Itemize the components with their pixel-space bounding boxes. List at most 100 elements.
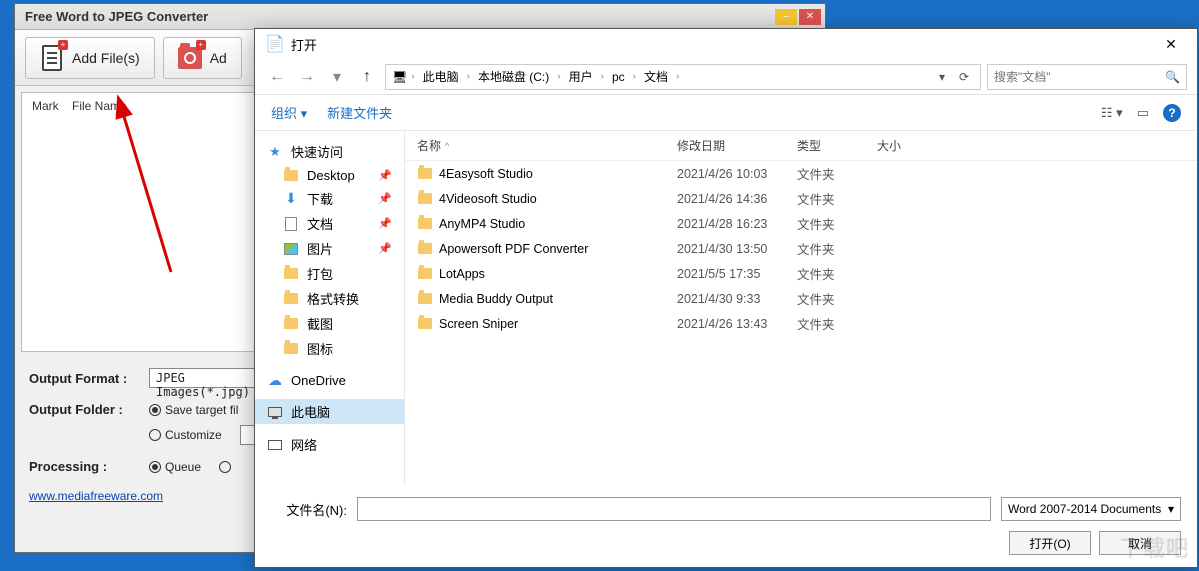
pin-icon: 📌 bbox=[378, 242, 392, 255]
file-row[interactable]: Media Buddy Output2021/4/30 9:33文件夹 bbox=[405, 286, 1197, 311]
folder-icon bbox=[283, 341, 299, 357]
sidebar-pictures[interactable]: 图片📌 bbox=[255, 236, 404, 261]
breadcrumb-item[interactable]: pc bbox=[608, 70, 629, 84]
file-row[interactable]: Screen Sniper2021/4/26 13:43文件夹 bbox=[405, 311, 1197, 336]
file-date: 2021/4/28 16:23 bbox=[677, 217, 797, 231]
column-type[interactable]: 类型 bbox=[797, 137, 877, 154]
sidebar-jietu[interactable]: 截图 bbox=[255, 311, 404, 336]
column-mark[interactable]: Mark bbox=[32, 99, 72, 113]
sidebar-this-pc[interactable]: 此电脑 bbox=[255, 399, 404, 424]
column-size[interactable]: 大小 bbox=[877, 137, 937, 154]
file-list-area: 名称 ^ 修改日期 类型 大小 4Easysoft Studio2021/4/2… bbox=[405, 131, 1197, 485]
file-type: 文件夹 bbox=[797, 164, 877, 183]
filename-input[interactable] bbox=[357, 497, 991, 521]
sidebar-downloads[interactable]: ⬇下载📌 bbox=[255, 186, 404, 211]
help-icon[interactable]: ? bbox=[1163, 104, 1181, 122]
navigation-sidebar: ★快速访问 Desktop📌 ⬇下载📌 文档📌 图片📌 打包 格式转换 截图 图… bbox=[255, 131, 405, 485]
radio-queue[interactable]: Queue bbox=[149, 460, 201, 474]
refresh-button[interactable]: ⟳ bbox=[954, 67, 974, 87]
command-row: 组织 ▾ 新建文件夹 ☷ ▾ ▭ ? bbox=[255, 95, 1197, 131]
download-icon: ⬇ bbox=[283, 191, 299, 207]
breadcrumb-item[interactable]: 用户 bbox=[565, 68, 597, 85]
breadcrumb-item[interactable]: 文档 bbox=[640, 68, 672, 85]
nav-recent-button[interactable]: ▾ bbox=[325, 65, 349, 89]
sidebar-tubiao[interactable]: 图标 bbox=[255, 336, 404, 361]
pc-icon bbox=[267, 404, 283, 420]
breadcrumb-dropdown-button[interactable]: ▾ bbox=[932, 67, 952, 87]
folder-icon bbox=[417, 166, 433, 182]
sidebar-dabao[interactable]: 打包 bbox=[255, 261, 404, 286]
file-date: 2021/4/26 13:43 bbox=[677, 317, 797, 331]
minimize-button[interactable]: – bbox=[775, 9, 797, 25]
cancel-button[interactable]: 取消 bbox=[1099, 531, 1181, 555]
close-button[interactable]: ✕ bbox=[799, 9, 821, 25]
add-files-button[interactable]: + Add File(s) bbox=[25, 37, 155, 79]
breadcrumb-root-icon[interactable]: 🖥 bbox=[392, 70, 407, 84]
radio-other[interactable] bbox=[219, 461, 231, 473]
sidebar-network[interactable]: 网络 bbox=[255, 432, 404, 457]
picture-icon bbox=[283, 241, 299, 257]
breadcrumb-item[interactable]: 此电脑 bbox=[419, 68, 463, 85]
chevron-right-icon: › bbox=[557, 71, 560, 82]
output-folder-label: Output Folder : bbox=[29, 402, 139, 417]
add-files-label: Add File(s) bbox=[72, 50, 140, 66]
breadcrumb-item[interactable]: 本地磁盘 (C:) bbox=[474, 68, 553, 85]
file-row[interactable]: 4Videosoft Studio2021/4/26 14:36文件夹 bbox=[405, 186, 1197, 211]
column-header: 名称 ^ 修改日期 类型 大小 bbox=[405, 131, 1197, 161]
pin-icon: 📌 bbox=[378, 192, 392, 205]
search-input[interactable] bbox=[994, 70, 1159, 84]
chevron-right-icon: › bbox=[676, 71, 679, 82]
chevron-right-icon: › bbox=[467, 71, 470, 82]
open-button[interactable]: 打开(O) bbox=[1009, 531, 1091, 555]
file-date: 2021/4/30 9:33 bbox=[677, 292, 797, 306]
radio-save-target[interactable]: Save target fil bbox=[149, 403, 238, 417]
folder-icon bbox=[417, 266, 433, 282]
sidebar-quick-access[interactable]: ★快速访问 bbox=[255, 139, 404, 164]
folder-icon bbox=[417, 241, 433, 257]
document-plus-icon: + bbox=[40, 44, 64, 72]
file-type-filter[interactable]: Word 2007-2014 Documents▾ bbox=[1001, 497, 1181, 521]
search-box[interactable]: 🔍 bbox=[987, 64, 1187, 90]
folder-icon bbox=[283, 291, 299, 307]
radio-customize[interactable]: Customize bbox=[149, 428, 222, 442]
new-folder-button[interactable]: 新建文件夹 bbox=[327, 103, 392, 122]
cloud-icon: ☁ bbox=[267, 372, 283, 388]
dialog-close-button[interactable]: ✕ bbox=[1155, 32, 1187, 56]
nav-forward-button[interactable]: → bbox=[295, 65, 319, 89]
app-titlebar[interactable]: Free Word to JPEG Converter – ✕ bbox=[15, 4, 825, 30]
sidebar-onedrive[interactable]: ☁OneDrive bbox=[255, 369, 404, 391]
preview-pane-button[interactable]: ▭ bbox=[1137, 105, 1149, 121]
folder-icon bbox=[417, 191, 433, 207]
nav-up-button[interactable]: ↑ bbox=[355, 65, 379, 89]
folder-icon bbox=[283, 167, 299, 183]
file-type: 文件夹 bbox=[797, 289, 877, 308]
file-row[interactable]: AnyMP4 Studio2021/4/28 16:23文件夹 bbox=[405, 211, 1197, 236]
add-folder-button[interactable]: + Ad bbox=[163, 37, 242, 79]
nav-back-button[interactable]: ← bbox=[265, 65, 289, 89]
view-options-button[interactable]: ☷ ▾ bbox=[1101, 105, 1123, 121]
processing-label: Processing : bbox=[29, 459, 139, 474]
dialog-title: 打开 bbox=[285, 35, 1155, 54]
folder-icon bbox=[283, 266, 299, 282]
organize-menu[interactable]: 组织 ▾ bbox=[271, 103, 307, 122]
file-row[interactable]: LotApps2021/5/5 17:35文件夹 bbox=[405, 261, 1197, 286]
breadcrumb[interactable]: 🖥 › 此电脑 › 本地磁盘 (C:) › 用户 › pc › 文档 › ▾ ⟳ bbox=[385, 64, 981, 90]
file-row[interactable]: Apowersoft PDF Converter2021/4/30 13:50文… bbox=[405, 236, 1197, 261]
dialog-titlebar[interactable]: 📄 打开 ✕ bbox=[255, 29, 1197, 59]
folder-icon bbox=[417, 291, 433, 307]
dialog-footer: 文件名(N): Word 2007-2014 Documents▾ 打开(O) … bbox=[255, 485, 1197, 567]
sidebar-desktop[interactable]: Desktop📌 bbox=[255, 164, 404, 186]
file-list[interactable]: 4Easysoft Studio2021/4/26 10:03文件夹4Video… bbox=[405, 161, 1197, 485]
file-date: 2021/4/30 13:50 bbox=[677, 242, 797, 256]
app-title: Free Word to JPEG Converter bbox=[19, 9, 775, 24]
file-row[interactable]: 4Easysoft Studio2021/4/26 10:03文件夹 bbox=[405, 161, 1197, 186]
website-link[interactable]: www.mediafreeware.com bbox=[29, 489, 163, 503]
sidebar-geshi[interactable]: 格式转换 bbox=[255, 286, 404, 311]
file-open-dialog: 📄 打开 ✕ ← → ▾ ↑ 🖥 › 此电脑 › 本地磁盘 (C:) › 用户 … bbox=[254, 28, 1198, 568]
nav-row: ← → ▾ ↑ 🖥 › 此电脑 › 本地磁盘 (C:) › 用户 › pc › … bbox=[255, 59, 1197, 95]
chevron-right-icon: › bbox=[601, 71, 604, 82]
column-name[interactable]: 名称 ^ bbox=[417, 137, 677, 154]
column-date[interactable]: 修改日期 bbox=[677, 137, 797, 154]
file-name: LotApps bbox=[439, 267, 485, 281]
sidebar-documents[interactable]: 文档📌 bbox=[255, 211, 404, 236]
